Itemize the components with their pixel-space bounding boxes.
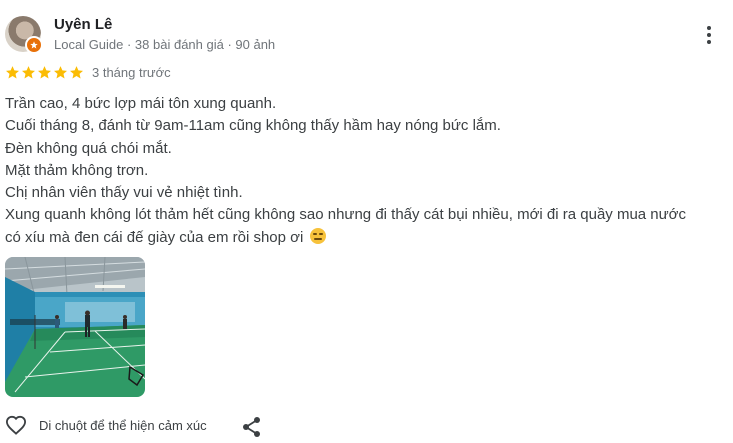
- local-guide-badge-icon: [25, 36, 43, 54]
- share-icon: [243, 417, 260, 437]
- reviewer-name[interactable]: Uyên Lê: [54, 16, 112, 33]
- share-button[interactable]: [242, 416, 262, 438]
- reviewer-avatar[interactable]: [5, 16, 43, 54]
- more-options-button[interactable]: [700, 24, 718, 46]
- more-vert-icon: [707, 26, 711, 30]
- review-photo[interactable]: [5, 257, 145, 397]
- star-icon: [38, 66, 51, 79]
- heart-outline-icon: [5, 415, 27, 435]
- like-button[interactable]: [5, 414, 27, 436]
- review-line: Mặt thảm không trơn.: [5, 161, 149, 179]
- star-rating: [5, 65, 84, 80]
- reviewer-meta[interactable]: Local Guide · 38 bài đánh giá · 90 ảnh: [54, 37, 275, 52]
- review-actions: Di chuột để thể hiện cảm xúc: [5, 414, 207, 436]
- star-icon: [70, 66, 83, 79]
- rating-row: 3 tháng trước: [5, 65, 171, 80]
- review-line: Cuối tháng 8, đánh từ 9am-11am cũng khôn…: [5, 117, 501, 135]
- star-icon: [22, 66, 35, 79]
- review-line-last: có xíu mà đen cái đế giày của em rồi sho…: [5, 227, 725, 249]
- expressionless-face-emoji-icon: [309, 227, 326, 244]
- review-text: Trần cao, 4 bức lợp mái tôn xung quanh. …: [5, 93, 725, 249]
- reaction-hint: Di chuột để thể hiện cảm xúc: [39, 417, 207, 433]
- review-line: Chị nhân viên thấy vui vẻ nhiệt tình.: [5, 184, 243, 202]
- review-line: có xíu mà đen cái đế giày của em rồi sho…: [5, 228, 304, 246]
- badminton-court-photo: [5, 257, 145, 397]
- star-icon: [54, 66, 67, 79]
- review-date: 3 tháng trước: [92, 65, 171, 80]
- review-line: Trần cao, 4 bức lợp mái tôn xung quanh.: [5, 95, 277, 112]
- review-line: Đèn không quá chói mắt.: [5, 139, 172, 157]
- review-line: Xung quanh không lót thảm hết cũng không…: [5, 206, 687, 224]
- star-icon: [6, 66, 19, 79]
